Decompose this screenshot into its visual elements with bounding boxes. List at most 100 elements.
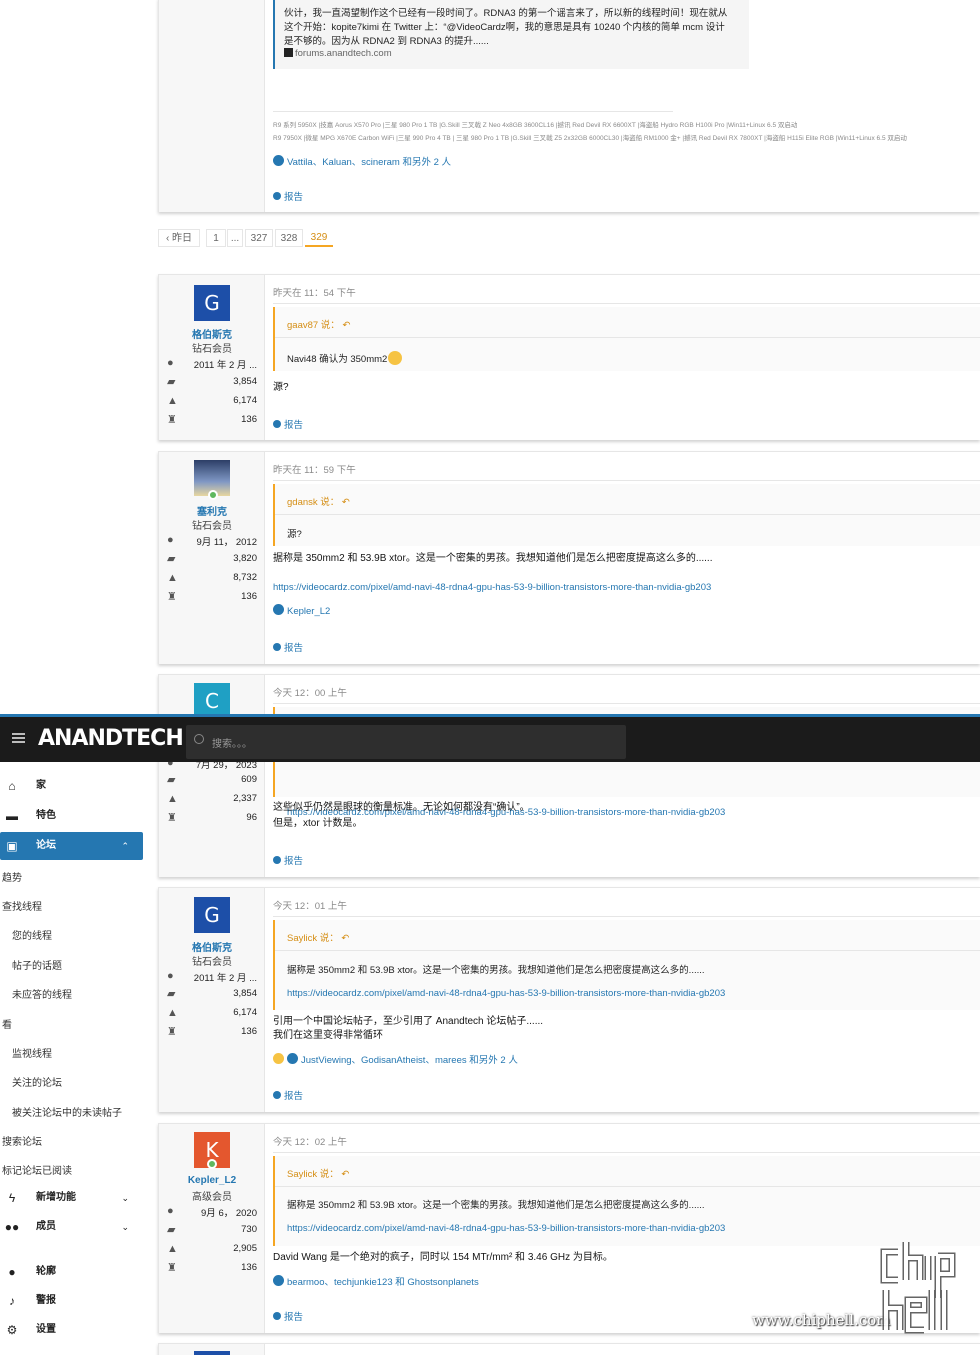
quote-divider [275, 950, 980, 951]
lightning-icon: ϟ [8, 1191, 16, 1205]
report-link[interactable]: 报告 [273, 853, 303, 867]
sidebar-item-forums[interactable]: ▣ 论坛 ⌃ [0, 832, 143, 860]
quote-author[interactable]: Saylick 说： ↶ [287, 1166, 349, 1180]
sidebar-link-watched-forums[interactable]: 关注的论坛 [12, 1074, 62, 1089]
reactions-text: Kepler_L2 [287, 606, 331, 617]
quote-author[interactable]: gaav87 说： ↶ [287, 317, 350, 331]
sidebar-item-members[interactable]: ●● 成员 ⌄ [0, 1213, 143, 1241]
thumbs-up-icon: ▲ [167, 395, 178, 407]
report-label: 报告 [284, 643, 304, 654]
reactions-summary[interactable]: Kepler_L2 [273, 604, 330, 617]
chevron-down-icon[interactable]: ⌄ [121, 1213, 129, 1241]
stat-points: ♜ 96 [167, 812, 257, 824]
jump-to-quote-icon[interactable]: ↶ [342, 497, 350, 508]
sidebar-item-settings[interactable]: ⚙ 设置 [0, 1316, 143, 1344]
post-header-divider [273, 1152, 980, 1153]
quote-source-link[interactable]: forums.anandtech.com [284, 48, 392, 59]
jump-to-quote-icon[interactable]: ↶ [341, 933, 349, 944]
quote-author[interactable]: Saylick 说： ↶ [287, 930, 349, 944]
sidebar-link-trending[interactable]: 趋势 [2, 869, 22, 884]
report-link[interactable]: 报告 [273, 1309, 303, 1323]
user-rank: 钻石会员 [192, 957, 232, 968]
report-icon [273, 1312, 281, 1320]
report-link[interactable]: 报告 [273, 189, 303, 203]
page-link[interactable]: 1 [206, 229, 226, 247]
page-link-current[interactable]: 329 [305, 229, 333, 247]
page-link[interactable]: 328 [275, 229, 303, 247]
gear-icon: ⚙ [6, 1323, 18, 1337]
pagination-prev-button[interactable]: ‹ 昨日 [158, 229, 200, 247]
post-body-line: David Wang 是一个绝对的疯子，同时以 154 MTr/mm² 和 3.… [273, 1252, 613, 1263]
sidebar-link-your-topics[interactable]: 帖子的话题 [12, 957, 62, 972]
thumbs-up-icon: ▲ [167, 793, 178, 805]
sidebar-link-watched-threads[interactable]: 监视线程 [12, 1045, 52, 1060]
sidebar-item-alerts[interactable]: ♪ 警报 [0, 1287, 143, 1315]
reactions-text: Vattila、Kaluan、scineram 和另外 2 人 [287, 157, 452, 168]
user-rank: 钻石会员 [192, 344, 232, 355]
reactions-summary[interactable]: JustViewing、GodisanAtheist、marees 和另外 2 … [273, 1052, 518, 1066]
avatar[interactable] [194, 460, 230, 500]
post-timestamp[interactable]: 昨天在 11：59 下午 [273, 462, 356, 476]
stat-reactions: ▲ 6,174 [167, 395, 257, 407]
forum-chat-icon: ▣ [6, 839, 18, 853]
jump-to-quote-icon[interactable]: ↶ [341, 1169, 349, 1180]
site-logo[interactable]: ANANDTECH [38, 726, 184, 751]
reactions-summary[interactable]: Vattila、Kaluan、scineram 和另外 2 人 [273, 154, 451, 168]
username-link[interactable]: 格伯斯克 [159, 939, 265, 954]
sidebar-link-find-threads[interactable]: 查找线程 [2, 898, 42, 913]
sidebar-link-your-threads[interactable]: 您的线程 [12, 927, 52, 942]
thumbs-up-icon: ▲ [167, 572, 178, 584]
sidebar-link-unanswered[interactable]: 未应答的线程 [12, 986, 72, 1001]
post-timestamp[interactable]: 今天 12：02 上午 [273, 1134, 347, 1148]
search-input[interactable]: 搜索。。。 [186, 725, 626, 759]
sidebar-link-mark-read[interactable]: 标记论坛已阅读 [2, 1162, 72, 1177]
sidebar-link-watched[interactable]: 看 [2, 1016, 12, 1031]
user-column: 塞利克 钻石会员 ● 9月 11， 2012 ▰ 3,820 ▲ 8,732 ♜ 136 [159, 452, 265, 664]
post-timestamp[interactable]: 今天 12：00 上午 [273, 685, 347, 699]
avatar[interactable] [194, 1351, 230, 1355]
post-timestamp[interactable]: 昨天在 11：54 下午 [273, 285, 356, 299]
page-link[interactable]: 327 [245, 229, 273, 247]
post-body-line: 源? [273, 382, 289, 393]
quote-link[interactable]: https://videocardz.com/pixel/amd-navi-48… [287, 988, 970, 999]
trophy-icon: ♜ [167, 591, 177, 603]
sidebar-link-search-forums[interactable]: 搜索论坛 [2, 1133, 42, 1148]
stat-joined: ● 9月 11， 2012 [167, 534, 257, 548]
username-link[interactable]: 格伯斯克 [159, 326, 265, 341]
quote-author-text: gdansk 说： [287, 497, 340, 508]
stat-joined: ● 9月 6， 2020 [167, 1205, 257, 1219]
sidebar-item-home[interactable]: ⌂ 家 [0, 772, 143, 800]
quote-block: Saylick 说： ↶ 据称是 350mm2 和 53.9B xtor。这是一… [273, 920, 980, 1010]
like-reaction-icon [273, 604, 284, 615]
jump-to-quote-icon[interactable]: ↶ [342, 320, 350, 331]
post-header-divider [273, 303, 980, 304]
quote-author-text: Saylick 说： [287, 1169, 339, 1180]
reactions-summary[interactable]: bearmoo、techjunkie123 和 Ghostsonplanets [273, 1274, 479, 1288]
report-label: 报告 [284, 1312, 304, 1323]
report-link[interactable]: 报告 [273, 640, 303, 654]
username-link[interactable]: 塞利克 [159, 503, 265, 518]
hamburger-menu-icon[interactable] [12, 733, 25, 743]
chevron-up-icon[interactable]: ⌃ [121, 832, 129, 860]
quote-block: 伙计，我一直渴望制作这个已经有一段时间了。RDNA3 的第一个谣言来了，所以新的… [273, 0, 749, 69]
post-timestamp[interactable]: 今天 12：01 上午 [273, 898, 347, 912]
stat-joined: ● 2011 年 2 月 ... [167, 970, 257, 984]
messages-icon: ▰ [167, 1224, 176, 1236]
messages-icon: ▰ [167, 553, 176, 565]
trophy-icon: ♜ [167, 812, 177, 824]
search-placeholder: 搜索。。。 [212, 739, 252, 750]
sidebar-item-whats-new[interactable]: ϟ 新增功能 ⌄ [0, 1184, 143, 1212]
report-link[interactable]: 报告 [273, 1088, 303, 1102]
avatar[interactable]: G [194, 897, 230, 933]
external-link[interactable]: https://videocardz.com/pixel/amd-navi-48… [273, 582, 711, 593]
quote-author[interactable]: gdansk 说： ↶ [287, 494, 350, 508]
avatar[interactable]: G [194, 285, 230, 321]
sidebar-item-featured[interactable]: ▬ 特色 [0, 802, 143, 830]
page-ellipsis[interactable]: ... [227, 229, 243, 247]
username-link[interactable]: Kepler_L2 [159, 1175, 265, 1186]
sidebar-item-account[interactable]: ● 轮廓 [0, 1258, 143, 1286]
quote-link[interactable]: https://videocardz.com/pixel/amd-navi-48… [287, 1223, 970, 1234]
report-link[interactable]: 报告 [273, 417, 303, 431]
sidebar-link-unread-watched[interactable]: 被关注论坛中的未读帖子 [12, 1104, 122, 1119]
chevron-down-icon[interactable]: ⌄ [121, 1184, 129, 1212]
